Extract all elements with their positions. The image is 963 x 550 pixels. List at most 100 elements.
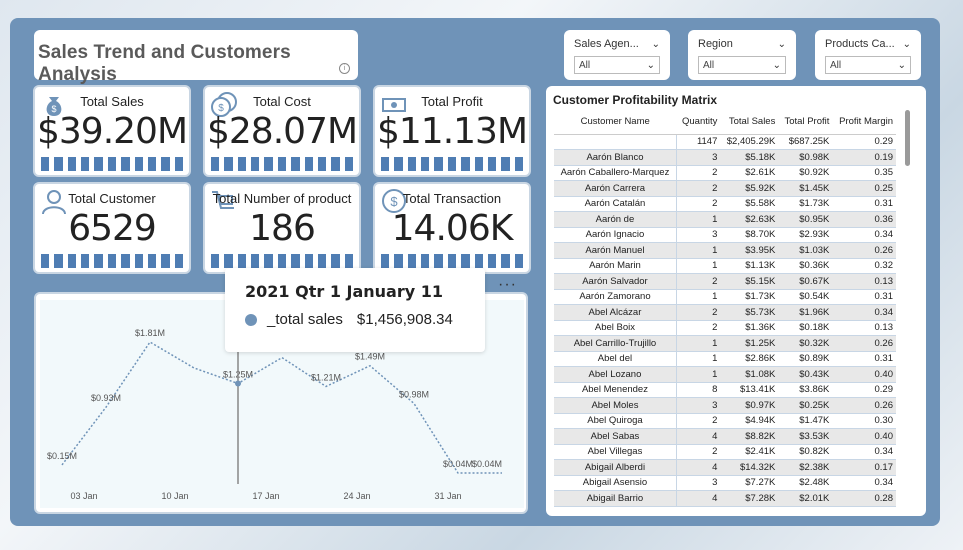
table-row[interactable]: Abel del 1 $2.86K $0.89K 0.31: [554, 351, 896, 367]
table-cell: $2.61K: [720, 165, 779, 181]
table-row[interactable]: Abel Moles 3 $0.97K $0.25K 0.26: [554, 397, 896, 414]
data-label: $0.15M: [47, 451, 77, 461]
table-row[interactable]: Abel Villegas 2 $2.41K $0.82K 0.34: [554, 444, 896, 460]
column-header[interactable]: Total Sales: [720, 110, 779, 135]
table-cell: $2.63K: [720, 211, 779, 228]
table-cell: $0.32K: [778, 335, 833, 352]
table-row[interactable]: Abel Boix 2 $1.36K $0.18K 0.13: [554, 320, 896, 336]
slicer-products-category[interactable]: Products Ca... ⌄ All ⌄: [815, 30, 921, 80]
table-cell: $0.97K: [720, 397, 779, 414]
table-cell: $1.13K: [720, 258, 779, 274]
table-cell: Aarón Marin: [554, 258, 677, 274]
table-row[interactable]: Abel Alcázar 2 $5.73K $1.96K 0.34: [554, 304, 896, 321]
table-cell: 0.30: [832, 413, 896, 429]
table-cell: Abel Moles: [554, 397, 677, 414]
table-cell: $7.27K: [720, 475, 779, 491]
tooltip-value: $1,456,908.34: [356, 311, 453, 328]
table-cell: Abel Menendez: [554, 382, 677, 398]
slicer-select[interactable]: All ⌄: [825, 56, 911, 74]
table-cell: $1.25K: [720, 335, 779, 352]
kpi-sparkbars: [41, 157, 183, 171]
column-header[interactable]: Profit Margin: [832, 110, 896, 135]
table-cell: 0.40: [832, 366, 896, 383]
table-cell: 0.34: [832, 227, 896, 243]
more-options-icon[interactable]: ···: [498, 276, 517, 294]
total-row[interactable]: 1147 $2,405.29K $687.25K 0.29: [554, 134, 896, 150]
column-header[interactable]: Total Profit: [778, 110, 833, 135]
chevron-down-icon: ⌄: [646, 59, 655, 71]
table-cell: $1.45K: [778, 180, 833, 197]
table-row[interactable]: Abigail Alberdi 4 $14.32K $2.38K 0.17: [554, 459, 896, 476]
data-label: $1.81M: [135, 328, 165, 338]
table-cell: $5.15K: [720, 273, 779, 290]
table-cell: Aarón de: [554, 211, 677, 228]
slicer-select[interactable]: All ⌄: [698, 56, 786, 74]
chevron-down-icon[interactable]: ⌄: [652, 39, 660, 50]
table-cell: 1: [676, 258, 721, 274]
table-cell: $2.86K: [720, 351, 779, 367]
table-cell: $5.58K: [720, 196, 779, 212]
table-cell: 3: [676, 227, 721, 243]
table-row[interactable]: Aarón Marin 1 $1.13K $0.36K 0.32: [554, 258, 896, 274]
kpi-value: $39.20M: [36, 111, 188, 152]
table-cell: $4.94K: [720, 413, 779, 429]
table-cell: $8.70K: [720, 227, 779, 243]
table-row[interactable]: Abel Lozano 1 $1.08K $0.43K 0.40: [554, 366, 896, 383]
table-cell: 2: [676, 320, 721, 336]
table-row[interactable]: Abigail Barrio 4 $7.28K $2.01K 0.28: [554, 490, 896, 507]
scrollbar[interactable]: [905, 110, 910, 166]
table-row[interactable]: Aarón Carrera 2 $5.92K $1.45K 0.25: [554, 180, 896, 197]
table-row[interactable]: Aarón de 1 $2.63K $0.95K 0.36: [554, 211, 896, 228]
table-cell: $2.48K: [778, 475, 833, 491]
table-cell: 1: [676, 242, 721, 259]
chevron-down-icon[interactable]: ⌄: [903, 39, 911, 50]
table-row[interactable]: Aarón Catalán 2 $5.58K $1.73K 0.31: [554, 196, 896, 212]
column-header[interactable]: Quantity: [676, 110, 721, 135]
table-row[interactable]: Abel Carrillo-Trujillo 1 $1.25K $0.32K 0.26: [554, 335, 896, 352]
table-cell: 3: [676, 149, 721, 166]
slicer-select[interactable]: All ⌄: [574, 56, 660, 74]
table-row[interactable]: Abel Menendez 8 $13.41K $3.86K 0.29: [554, 382, 896, 398]
table-row[interactable]: Aarón Caballero-Marquez 2 $2.61K $0.92K 0.35: [554, 165, 896, 181]
info-icon[interactable]: i: [339, 63, 350, 74]
table-row[interactable]: Aarón Ignacio 3 $8.70K $2.93K 0.34: [554, 227, 896, 243]
table-row[interactable]: Aarón Salvador 2 $5.15K $0.67K 0.13: [554, 273, 896, 290]
table-cell: $0.67K: [778, 273, 833, 290]
table-cell: $3.95K: [720, 242, 779, 259]
table-row[interactable]: Aarón Blanco 3 $5.18K $0.98K 0.19: [554, 149, 896, 166]
kpi-title: Total Cost: [253, 94, 311, 109]
table-row[interactable]: Aarón Zamorano 1 $1.73K $0.54K 0.31: [554, 289, 896, 305]
table-cell: 0.26: [832, 335, 896, 352]
data-label: $1.49M: [355, 352, 385, 362]
table-cell: Aarón Catalán: [554, 196, 677, 212]
table-row[interactable]: Abel Quiroga 2 $4.94K $1.47K 0.30: [554, 413, 896, 429]
profitability-matrix: Customer Profitability Matrix Customer N…: [546, 86, 926, 516]
slicer-region[interactable]: Region ⌄ All ⌄: [688, 30, 796, 80]
slicer-sales-agent[interactable]: Sales Agen... ⌄ All ⌄: [564, 30, 670, 80]
table-cell: 0.34: [832, 444, 896, 460]
x-tick-label: 17 Jan: [252, 491, 279, 501]
table-header-row: Customer Name Quantity Total Sales Total Pr…: [554, 110, 896, 135]
table-row[interactable]: Aarón Manuel 1 $3.95K $1.03K 0.26: [554, 242, 896, 259]
table-cell: $0.36K: [778, 258, 833, 274]
table-cell: 2: [676, 444, 721, 460]
hover-point[interactable]: [235, 380, 241, 387]
kpi-total-transaction: $ Total Transaction 14.06K: [373, 182, 531, 274]
table-cell: Aarón Ignacio: [554, 227, 677, 243]
x-tick-label: 31 Jan: [434, 491, 461, 501]
table-row[interactable]: Abigail Asensio 3 $7.27K $2.48K 0.34: [554, 475, 896, 491]
table-cell: Abel Boix: [554, 320, 677, 336]
chevron-down-icon[interactable]: ⌄: [778, 39, 786, 50]
table-cell: $0.89K: [778, 351, 833, 367]
kpi-sparkbars: [41, 254, 183, 268]
table-cell: $2.01K: [778, 490, 833, 507]
table-cell: $2,405.29K: [720, 134, 779, 150]
kpi-total-customer: Total Customer 6529: [33, 182, 191, 274]
column-header[interactable]: Customer Name: [554, 110, 677, 135]
table-cell: 1: [676, 335, 721, 352]
table-row[interactable]: Abel Sabas 4 $8.82K $3.53K 0.40: [554, 428, 896, 445]
table-cell: 1: [676, 289, 721, 305]
kpi-title: Total Transaction: [402, 191, 502, 206]
table-cell: $0.95K: [778, 211, 833, 228]
table-cell: Aarón Zamorano: [554, 289, 677, 305]
